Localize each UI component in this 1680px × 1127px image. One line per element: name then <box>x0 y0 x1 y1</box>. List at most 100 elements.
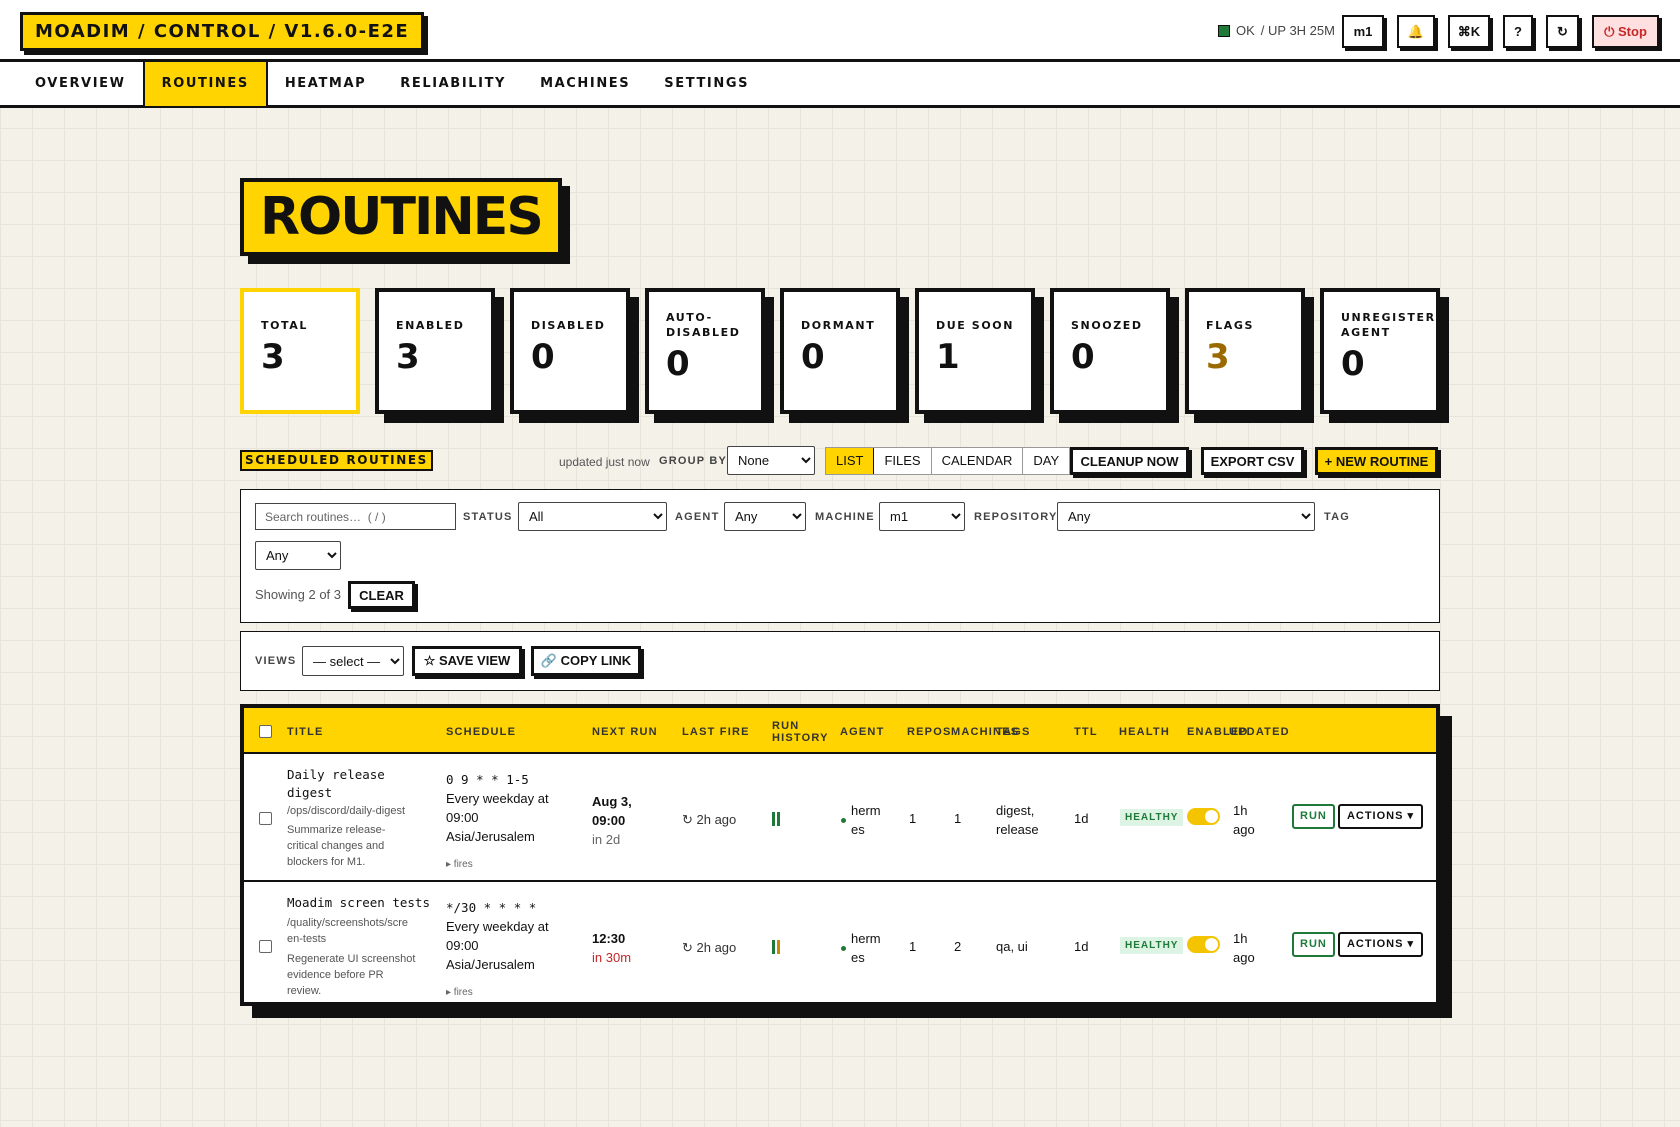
col-schedule[interactable]: SCHEDULE <box>446 726 516 738</box>
col-repos[interactable]: REPOS <box>907 726 952 738</box>
group-by-select[interactable]: None <box>727 446 815 475</box>
new-routine-button[interactable]: + NEW ROUTINE <box>1315 447 1438 475</box>
col-title[interactable]: TITLE <box>287 726 324 738</box>
actions-button[interactable]: ACTIONS ▾ <box>1338 932 1423 957</box>
tab-overview[interactable]: OVERVIEW <box>0 62 143 106</box>
stat-value: 0 <box>1071 337 1095 377</box>
col-health[interactable]: HEALTH <box>1119 726 1170 738</box>
description-line3: blockers for M1. <box>287 856 366 868</box>
view-files[interactable]: FILES <box>874 448 932 474</box>
col-updated[interactable]: UPDATED <box>1229 726 1290 738</box>
status-filter-select[interactable]: All <box>518 502 667 531</box>
command-palette-button[interactable]: ⌘K <box>1448 15 1490 48</box>
stat-label-line2: DISABLED <box>666 326 741 339</box>
updated-line2: ago <box>1233 822 1255 837</box>
description-line3: review. <box>287 985 322 997</box>
help-button[interactable]: ? <box>1503 15 1533 48</box>
updated-line1: 1h <box>1233 931 1248 946</box>
tags: digest, release <box>996 801 1039 839</box>
stat-enabled[interactable]: ENABLED 3 <box>375 288 495 414</box>
view-switcher: LIST FILES CALENDAR DAY <box>825 447 1071 475</box>
save-view-button[interactable]: ☆ SAVE VIEW <box>412 646 522 676</box>
showing-count: Showing 2 of 3 <box>255 587 342 602</box>
col-last-fire[interactable]: LAST FIRE <box>682 726 750 738</box>
saved-views-select[interactable]: — select — <box>302 646 404 676</box>
view-calendar[interactable]: CALENDAR <box>932 448 1024 474</box>
updated-line2: ago <box>1233 950 1255 965</box>
stat-unregistered-agent[interactable]: UNREGISTERED AGENT 0 <box>1320 288 1440 414</box>
routine-title[interactable]: Daily release digest <box>287 766 385 802</box>
run-button[interactable]: RUN <box>1292 932 1335 957</box>
ttl: 1d <box>1074 811 1089 826</box>
stop-button[interactable]: ⏻ Stop <box>1592 15 1659 48</box>
next-run: 12:30 in 30m <box>592 929 631 967</box>
run-history-bar <box>772 812 775 826</box>
repository-filter-select[interactable]: Any <box>1057 502 1315 531</box>
run-button[interactable]: RUN <box>1292 804 1335 829</box>
stat-label: FLAGS <box>1206 319 1254 332</box>
clear-filters-button[interactable]: CLEAR <box>348 581 415 609</box>
stat-label: DORMANT <box>801 319 876 332</box>
tab-reliability[interactable]: RELIABILITY <box>383 62 523 106</box>
table-row[interactable]: Daily release digest /ops/discord/daily-… <box>244 756 1436 882</box>
tab-heatmap[interactable]: HEATMAP <box>268 62 383 106</box>
col-run-history[interactable]: RUN HISTORY <box>772 720 829 744</box>
stat-due-soon[interactable]: DUE SOON 1 <box>915 288 1035 414</box>
description-line2: critical changes and <box>287 840 385 852</box>
last-fire: ↻ 2h ago <box>682 812 737 827</box>
next-run-relative: in 30m <box>592 950 632 965</box>
fires-toggle[interactable]: ▸ fires <box>446 859 473 870</box>
status-dot <box>1218 24 1230 37</box>
col-ttl[interactable]: TTL <box>1074 726 1098 738</box>
run-history-bar <box>777 812 780 826</box>
stat-value: 0 <box>801 337 825 377</box>
search-input[interactable] <box>255 503 456 530</box>
view-day[interactable]: DAY <box>1023 448 1069 474</box>
tab-routines[interactable]: ROUTINES <box>142 62 268 106</box>
routine-title[interactable]: Moadim screen tests <box>287 894 430 912</box>
run-history[interactable] <box>772 940 784 954</box>
actions-button[interactable]: ACTIONS ▾ <box>1338 804 1423 829</box>
schedule-line1: Every weekday at <box>446 791 549 806</box>
stat-dormant[interactable]: DORMANT 0 <box>780 288 900 414</box>
table-row[interactable]: Moadim screen tests /quality/screenshots… <box>244 884 1436 1010</box>
fires-toggle[interactable]: ▸ fires <box>446 987 473 998</box>
col-run-history-line2: HISTORY <box>772 732 829 744</box>
row-checkbox[interactable] <box>259 812 272 825</box>
copy-link-button[interactable]: 🔗 COPY LINK <box>531 646 641 676</box>
run-history[interactable] <box>772 812 784 826</box>
col-next-run[interactable]: NEXT RUN <box>592 726 658 738</box>
stat-value: 3 <box>261 337 285 377</box>
status-filter-label: STATUS <box>463 511 513 523</box>
col-tags[interactable]: TAGS <box>996 726 1031 738</box>
stat-disabled[interactable]: DISABLED 0 <box>510 288 630 414</box>
cron-expression: 0 9 * * 1-5 <box>446 772 529 787</box>
machine-filter-select[interactable]: m1 <box>879 502 965 531</box>
refresh-icon[interactable]: ↻ <box>1546 15 1579 48</box>
tab-machines[interactable]: MACHINES <box>523 62 647 106</box>
stat-label: TOTAL <box>261 319 309 332</box>
select-all-checkbox[interactable] <box>259 725 272 738</box>
enabled-toggle[interactable] <box>1187 808 1220 825</box>
export-csv-button[interactable]: EXPORT CSV <box>1201 447 1304 475</box>
description-line1: Regenerate UI screenshot <box>287 953 416 965</box>
row-checkbox[interactable] <box>259 940 272 953</box>
stat-label: UNREGISTERED <box>1341 311 1436 324</box>
cleanup-now-button[interactable]: CLEANUP NOW <box>1070 447 1189 475</box>
bell-icon[interactable]: 🔔 <box>1397 15 1435 48</box>
tab-settings[interactable]: SETTINGS <box>647 62 766 106</box>
col-agent[interactable]: AGENT <box>840 726 885 738</box>
enabled-toggle[interactable] <box>1187 936 1220 953</box>
next-run-relative: in 2d <box>592 832 621 847</box>
stat-flags[interactable]: FLAGS 3 <box>1185 288 1305 414</box>
tag-filter-select[interactable]: Any <box>255 541 341 570</box>
view-list[interactable]: LIST <box>826 448 875 474</box>
stat-label: SNOOZED <box>1071 319 1143 332</box>
agent-filter-select[interactable]: Any <box>724 502 806 531</box>
stat-total[interactable]: TOTAL 3 <box>240 288 360 414</box>
updated-time: 1h ago <box>1233 801 1255 839</box>
stat-snoozed[interactable]: SNOOZED 0 <box>1050 288 1170 414</box>
machine-button[interactable]: m1 <box>1342 15 1384 48</box>
app-title[interactable]: MOADIM / CONTROL / V1.6.0-E2E <box>20 12 425 51</box>
stat-auto-disabled[interactable]: AUTO- DISABLED 0 <box>645 288 765 414</box>
